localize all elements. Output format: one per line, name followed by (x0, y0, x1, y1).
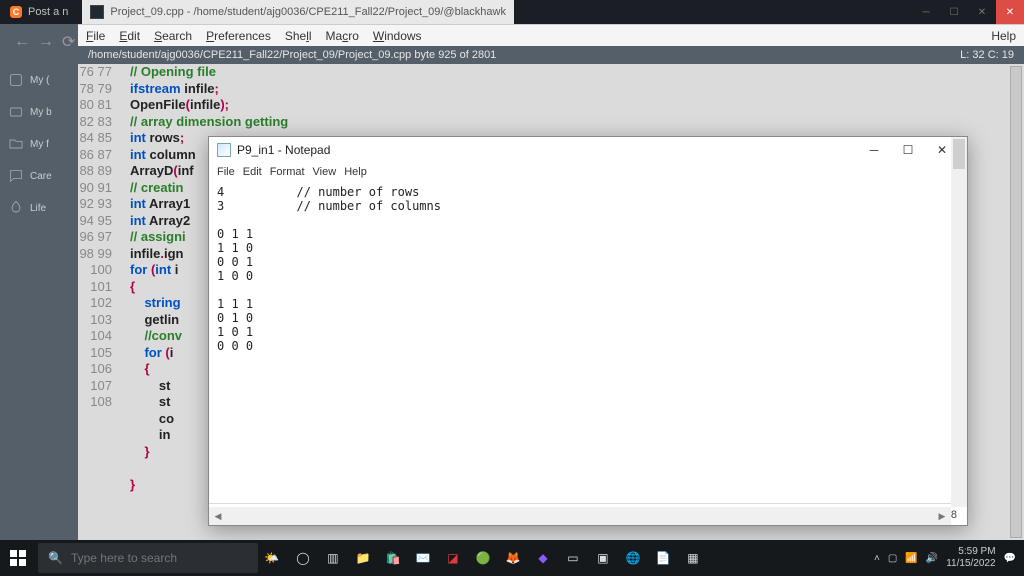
editor-menu-bar: File Edit Search Preferences Shell Macro… (78, 24, 1024, 46)
file-path: /home/student/ajg0036/CPE211_Fall22/Proj… (88, 49, 496, 61)
tab-2-label: Project_09.cpp - /home/student/ajg0036/C… (110, 6, 506, 18)
task-putty[interactable]: ▭ (559, 544, 587, 572)
sidebar-item-1[interactable]: My b (0, 96, 78, 128)
browser-tab-1[interactable]: C Post a n (0, 0, 78, 24)
np-menu-edit[interactable]: Edit (243, 166, 262, 178)
notepad-icon (217, 143, 231, 157)
tray-notifications-icon[interactable]: 💬 (1004, 553, 1016, 564)
maximize-button[interactable]: ☐ (940, 0, 968, 24)
task-taskview[interactable]: ▥ (319, 544, 347, 572)
vnc-close-button[interactable]: ✕ (996, 0, 1024, 24)
task-terminal[interactable]: ▣ (589, 544, 617, 572)
editor-window-tab[interactable]: Project_09.cpp - /home/student/ajg0036/C… (82, 0, 514, 24)
menu-help[interactable]: Help (991, 29, 1016, 43)
menu-search[interactable]: Search (154, 29, 192, 43)
notepad-title: P9_in1 - Notepad (237, 143, 330, 157)
notepad-minimize[interactable]: ─ (857, 139, 891, 161)
menu-macro[interactable]: Macro (326, 29, 359, 43)
system-tray: ˄ ▢ 📶 🔊 5:59 PM 11/15/2022 💬 (874, 546, 1016, 570)
vnc-window-controls: ─ ☐ ✕ ✕ (912, 0, 1024, 24)
sidebar-item-0[interactable]: My ( (0, 64, 78, 96)
cursor-position: L: 32 C: 19 (960, 49, 1014, 61)
windows-taskbar: 🔍 🌤️ ◯ ▥ 📁 🛍️ ✉️ ◪ 🟢 🦊 ◆ ▭ ▣ 🌐 📄 ▦ ˄ ▢ 📶… (0, 540, 1024, 576)
sidebar-item-4[interactable]: Life (0, 192, 78, 224)
tray-wifi-icon[interactable]: 📶 (905, 553, 917, 564)
taskbar-clock[interactable]: 5:59 PM 11/15/2022 (946, 546, 995, 570)
task-edge[interactable]: 🌐 (619, 544, 647, 572)
weather-widget[interactable]: 🌤️ (264, 551, 279, 565)
task-notepad[interactable]: 📄 (649, 544, 677, 572)
taskbar-search[interactable]: 🔍 (38, 543, 258, 573)
notepad-maximize[interactable]: ☐ (891, 139, 925, 161)
task-explorer[interactable]: 📁 (349, 544, 377, 572)
notepad-menu: File Edit Format View Help (209, 163, 967, 181)
np-menu-format[interactable]: Format (270, 166, 305, 178)
notepad-text-area[interactable]: 4 // number of rows 3 // number of colum… (209, 181, 967, 503)
notepad-scrollbar-horizontal[interactable]: ◀▶ (209, 507, 951, 525)
nedit-icon (90, 5, 104, 19)
task-store[interactable]: 🛍️ (379, 544, 407, 572)
menu-prefs[interactable]: Preferences (206, 29, 271, 43)
task-chrome[interactable]: 🟢 (469, 544, 497, 572)
notepad-scrollbar-vertical[interactable] (951, 137, 967, 507)
tray-battery-icon[interactable]: ▢ (888, 553, 897, 564)
notepad-titlebar[interactable]: P9_in1 - Notepad ─ ☐ ✕ (209, 137, 967, 163)
chegg-icon: C (10, 6, 22, 18)
task-misc[interactable]: ▦ (679, 544, 707, 572)
sidebar-item-2[interactable]: My f (0, 128, 78, 160)
minimize-button[interactable]: ─ (912, 0, 940, 24)
task-mail[interactable]: ✉️ (409, 544, 437, 572)
activity-sidebar: My ( My b My f Care Life (0, 46, 78, 540)
start-button[interactable] (0, 540, 36, 576)
weather-icon: 🌤️ (264, 551, 279, 565)
task-cortana[interactable]: ◯ (289, 544, 317, 572)
search-icon: 🔍 (48, 551, 63, 565)
editor-path-bar: /home/student/ajg0036/CPE211_Fall22/Proj… (78, 46, 1024, 64)
task-todo[interactable]: ◪ (439, 544, 467, 572)
np-menu-view[interactable]: View (313, 166, 337, 178)
task-firefox[interactable]: 🦊 (499, 544, 527, 572)
browser-tab-strip: C Post a n Project_09.cpp - /home/studen… (0, 0, 1024, 24)
tray-chevron-icon[interactable]: ˄ (874, 553, 880, 564)
menu-edit[interactable]: Edit (119, 29, 140, 43)
close-button[interactable]: ✕ (968, 0, 996, 24)
clock-time: 5:59 PM (946, 546, 995, 558)
tray-volume-icon[interactable]: 🔊 (926, 553, 938, 564)
tab-1-label: Post a n (28, 6, 68, 18)
clock-date: 11/15/2022 (946, 558, 995, 570)
np-menu-help[interactable]: Help (344, 166, 367, 178)
search-input[interactable] (71, 551, 231, 565)
np-menu-file[interactable]: File (217, 166, 235, 178)
sidebar-item-3[interactable]: Care (0, 160, 78, 192)
menu-shell[interactable]: Shell (285, 29, 312, 43)
taskbar-apps: ◯ ▥ 📁 🛍️ ✉️ ◪ 🟢 🦊 ◆ ▭ ▣ 🌐 📄 ▦ (289, 544, 707, 572)
editor-scrollbar[interactable] (1010, 66, 1022, 538)
menu-file[interactable]: File (86, 29, 105, 43)
notepad-window: P9_in1 - Notepad ─ ☐ ✕ File Edit Format … (208, 136, 968, 526)
menu-windows[interactable]: Windows (373, 29, 422, 43)
task-vs[interactable]: ◆ (529, 544, 557, 572)
line-gutter: 76 77 78 79 80 81 82 83 84 85 86 87 88 8… (78, 64, 118, 411)
